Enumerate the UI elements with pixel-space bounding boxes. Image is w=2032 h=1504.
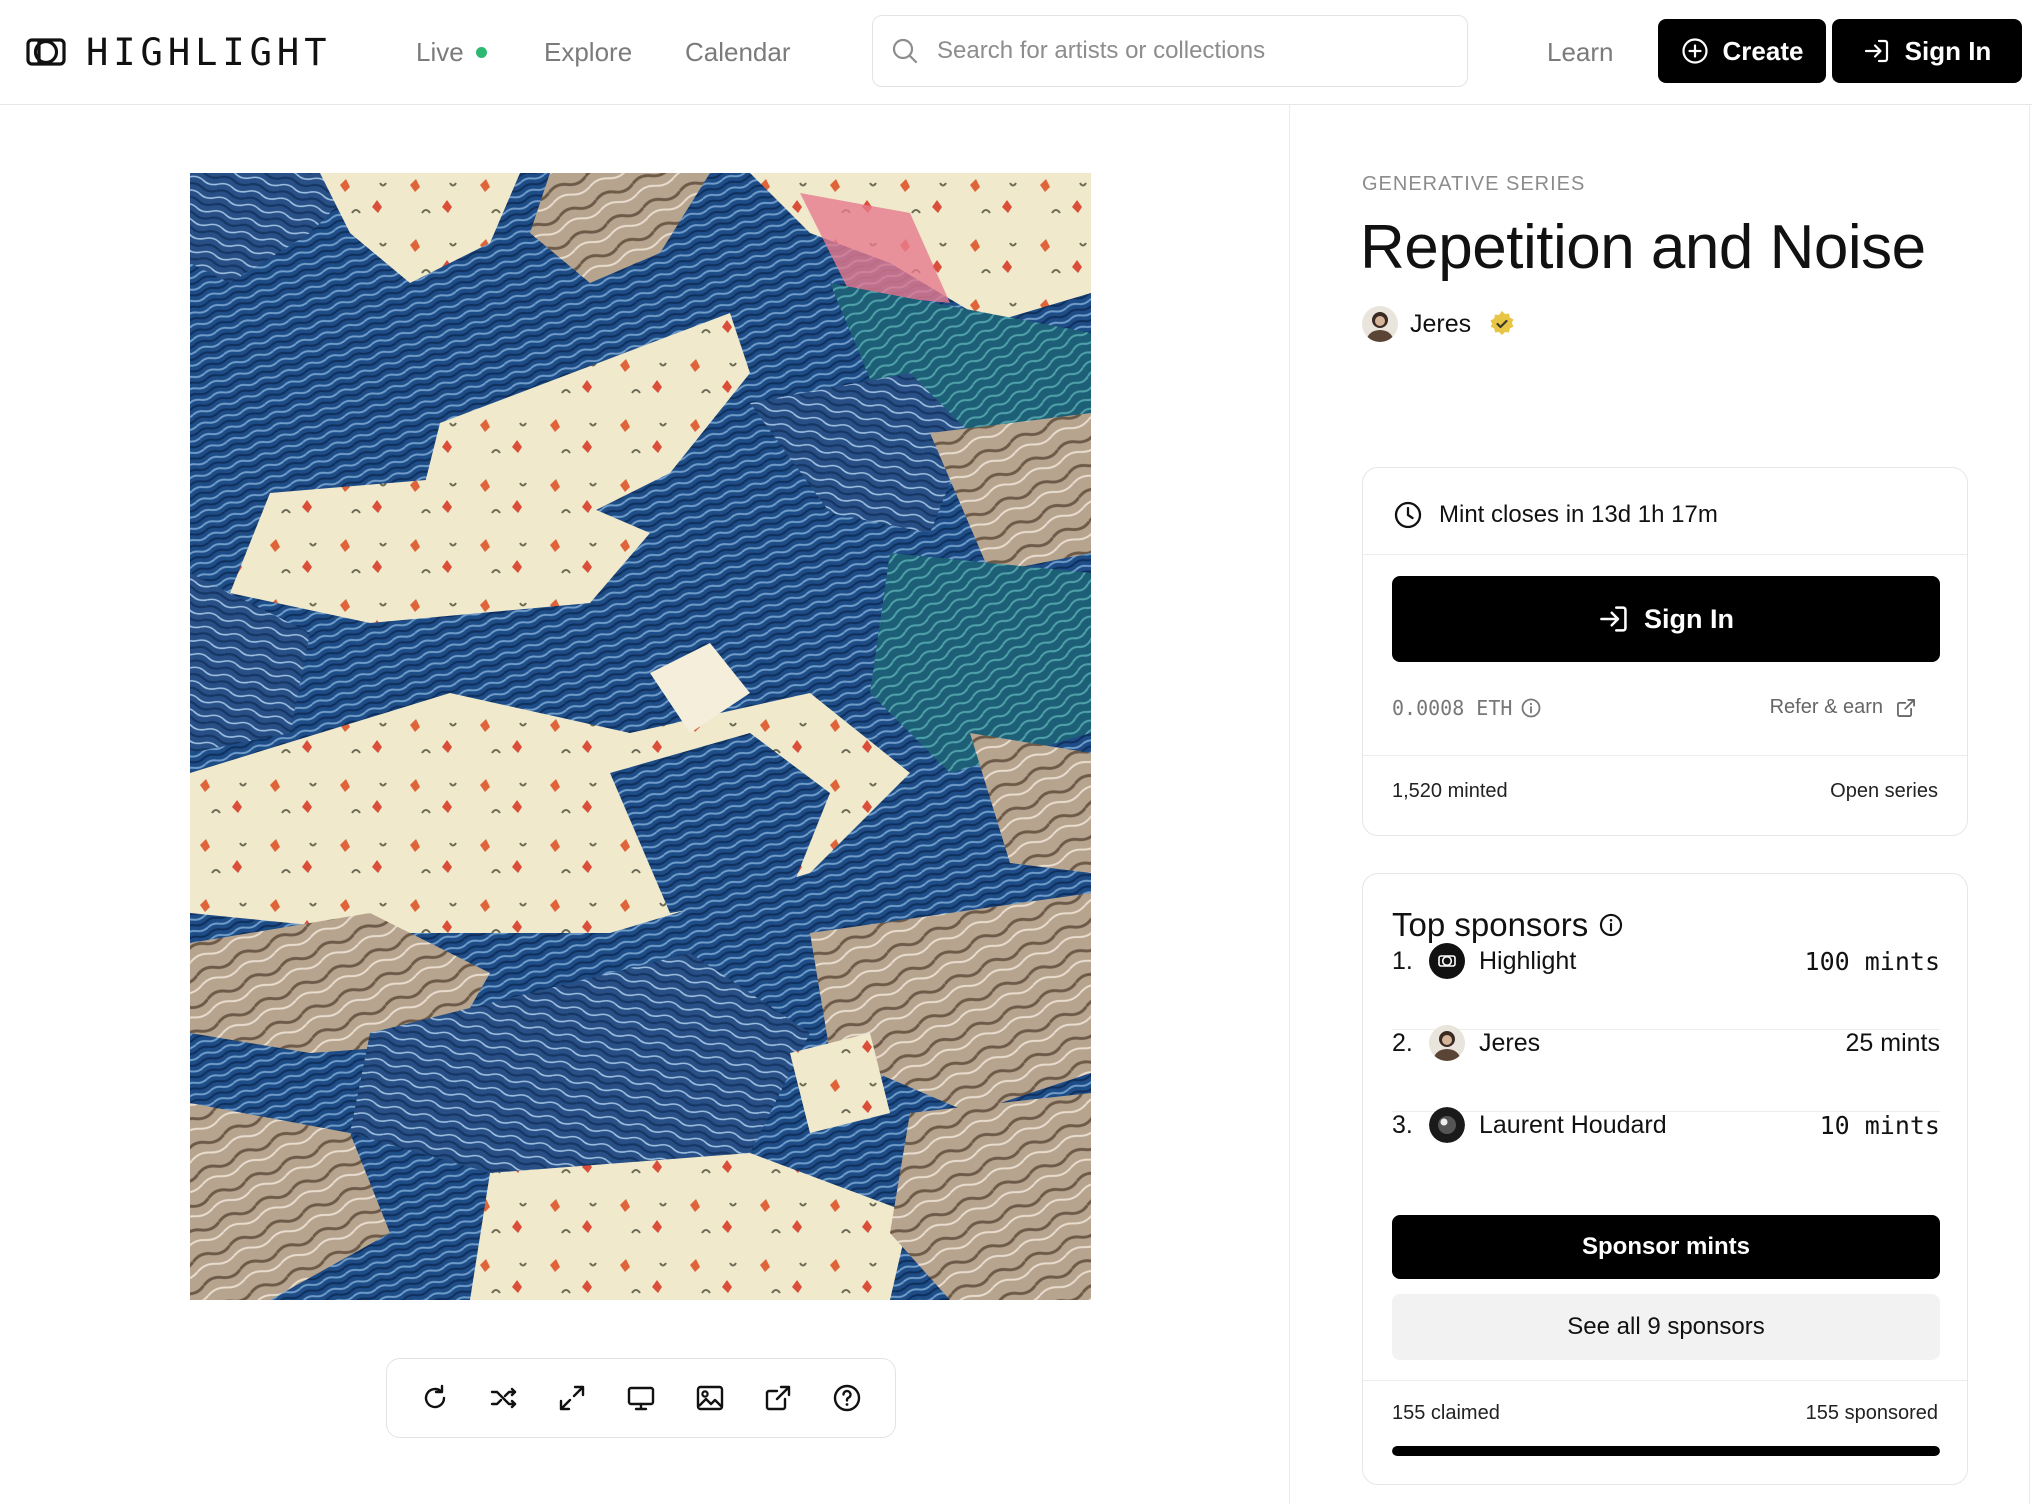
mint-price-value: 0.0008 ETH [1392,696,1513,720]
info-icon[interactable] [1520,697,1542,719]
sponsor-name: Highlight [1479,946,1577,975]
sponsor-avatar [1429,1107,1465,1143]
help-icon [833,1384,860,1412]
nav-live-label: Live [416,37,464,67]
image-button[interactable] [688,1376,732,1420]
image-icon [696,1385,723,1411]
column-divider [1289,104,1290,1504]
sponsor-row[interactable]: 1. Highlight 100 mints [1392,926,1940,996]
sponsor-name: Jeres [1479,1028,1541,1057]
external-link-icon [1897,698,1915,717]
refresh-button[interactable] [413,1376,457,1420]
mint-countdown: Mint closes in 13d 1h 17m [1393,500,1718,530]
artwork-toolbar [386,1358,896,1438]
search-input[interactable] [935,36,1439,66]
highlight-logo[interactable]: HIGHLIGHT [26,26,331,78]
sponsor-rank: 2. [1392,1028,1413,1057]
sponsor-rank: 3. [1392,1110,1413,1139]
mint-sign-in-button[interactable]: Sign In [1392,576,1940,662]
sign-in-button-label: Sign In [1904,35,1992,66]
monitor-icon [627,1386,655,1411]
expand-icon [560,1385,585,1411]
mint-countdown-text: Mint closes in 13d 1h 17m [1439,501,1718,528]
divider [1363,1380,1967,1381]
plus-circle-icon [1681,38,1708,64]
shuffle-button[interactable] [482,1376,526,1420]
mint-price: 0.0008 ETH [1392,696,1542,720]
sponsored-count: 155 sponsored [1805,1402,1938,1424]
search-icon [892,38,918,64]
display-button[interactable] [619,1376,663,1420]
sign-in-icon [1864,39,1888,63]
sponsor-row[interactable]: 2. Jeres 25 mints [1392,1008,1940,1078]
claimed-count: 155 claimed [1392,1402,1500,1424]
live-status-dot [475,46,487,58]
sign-in-icon [1600,606,1627,632]
mint-sign-in-label: Sign In [1644,603,1734,634]
series-type: Open series [1830,780,1938,802]
nav-calendar[interactable]: Calendar [685,30,791,74]
help-button[interactable] [825,1376,869,1420]
collection-kicker: GENERATIVE SERIES [1362,173,1586,195]
divider [1363,554,1967,555]
fullscreen-button[interactable] [550,1376,594,1420]
clock-icon [1394,501,1422,529]
artwork-collage [190,173,1091,1300]
external-link-icon [765,1385,791,1411]
highlight-avatar-icon [1429,943,1465,979]
collection-title: Repetition and Noise [1360,213,1926,282]
mint-card: Mint closes in 13d 1h 17m Sign In 0.0008… [1362,467,1968,836]
artist-name: Jeres [1410,309,1472,338]
sponsor-rank: 1. [1392,946,1413,975]
sponsor-mints-button[interactable]: Sponsor mints [1392,1215,1940,1279]
nav-live[interactable]: Live [416,30,487,74]
sponsor-progress-bar [1392,1446,1940,1456]
right-edge-divider [2029,104,2030,1504]
nav-explore[interactable]: Explore [544,30,632,74]
divider [1363,755,1967,756]
logo-text: HIGHLIGHT [86,30,332,74]
minted-count: 1,520 minted [1392,780,1508,802]
refer-earn-label: Refer & earn [1769,696,1883,718]
see-all-sponsors-button[interactable]: See all 9 sponsors [1392,1294,1940,1360]
sponsor-row[interactable]: 3. Laurent Houdard 10 mints [1392,1090,1940,1160]
sponsor-avatar [1429,1025,1465,1061]
nav-learn[interactable]: Learn [1547,30,1614,74]
shuffle-icon [490,1387,517,1409]
artwork-image[interactable] [190,173,1091,1300]
create-button[interactable]: Create [1658,19,1826,83]
sponsor-name: Laurent Houdard [1479,1110,1667,1139]
sponsor-mints: 100 mints [1804,946,1940,976]
sponsor-progress-fill [1392,1446,1940,1456]
refer-earn-link[interactable]: Refer & earn [1770,696,1917,719]
verified-badge-icon [1490,311,1514,335]
top-nav: HIGHLIGHT Live Explore Calendar Learn Cr… [0,0,2032,105]
refresh-icon [425,1384,446,1409]
open-external-button[interactable] [756,1376,800,1420]
sponsor-mints: 10 mints [1819,1110,1940,1140]
search-bar[interactable] [872,15,1468,87]
artist-avatar [1362,306,1398,342]
artist-link[interactable]: Jeres [1362,306,1517,342]
create-button-label: Create [1722,35,1804,66]
sponsors-card: Top sponsors 1. Highlight 100 mints 2. J… [1362,873,1968,1485]
sign-in-button[interactable]: Sign In [1832,19,2022,83]
logo-icon [26,38,66,66]
sponsor-mints: 25 mints [1845,1028,1940,1057]
